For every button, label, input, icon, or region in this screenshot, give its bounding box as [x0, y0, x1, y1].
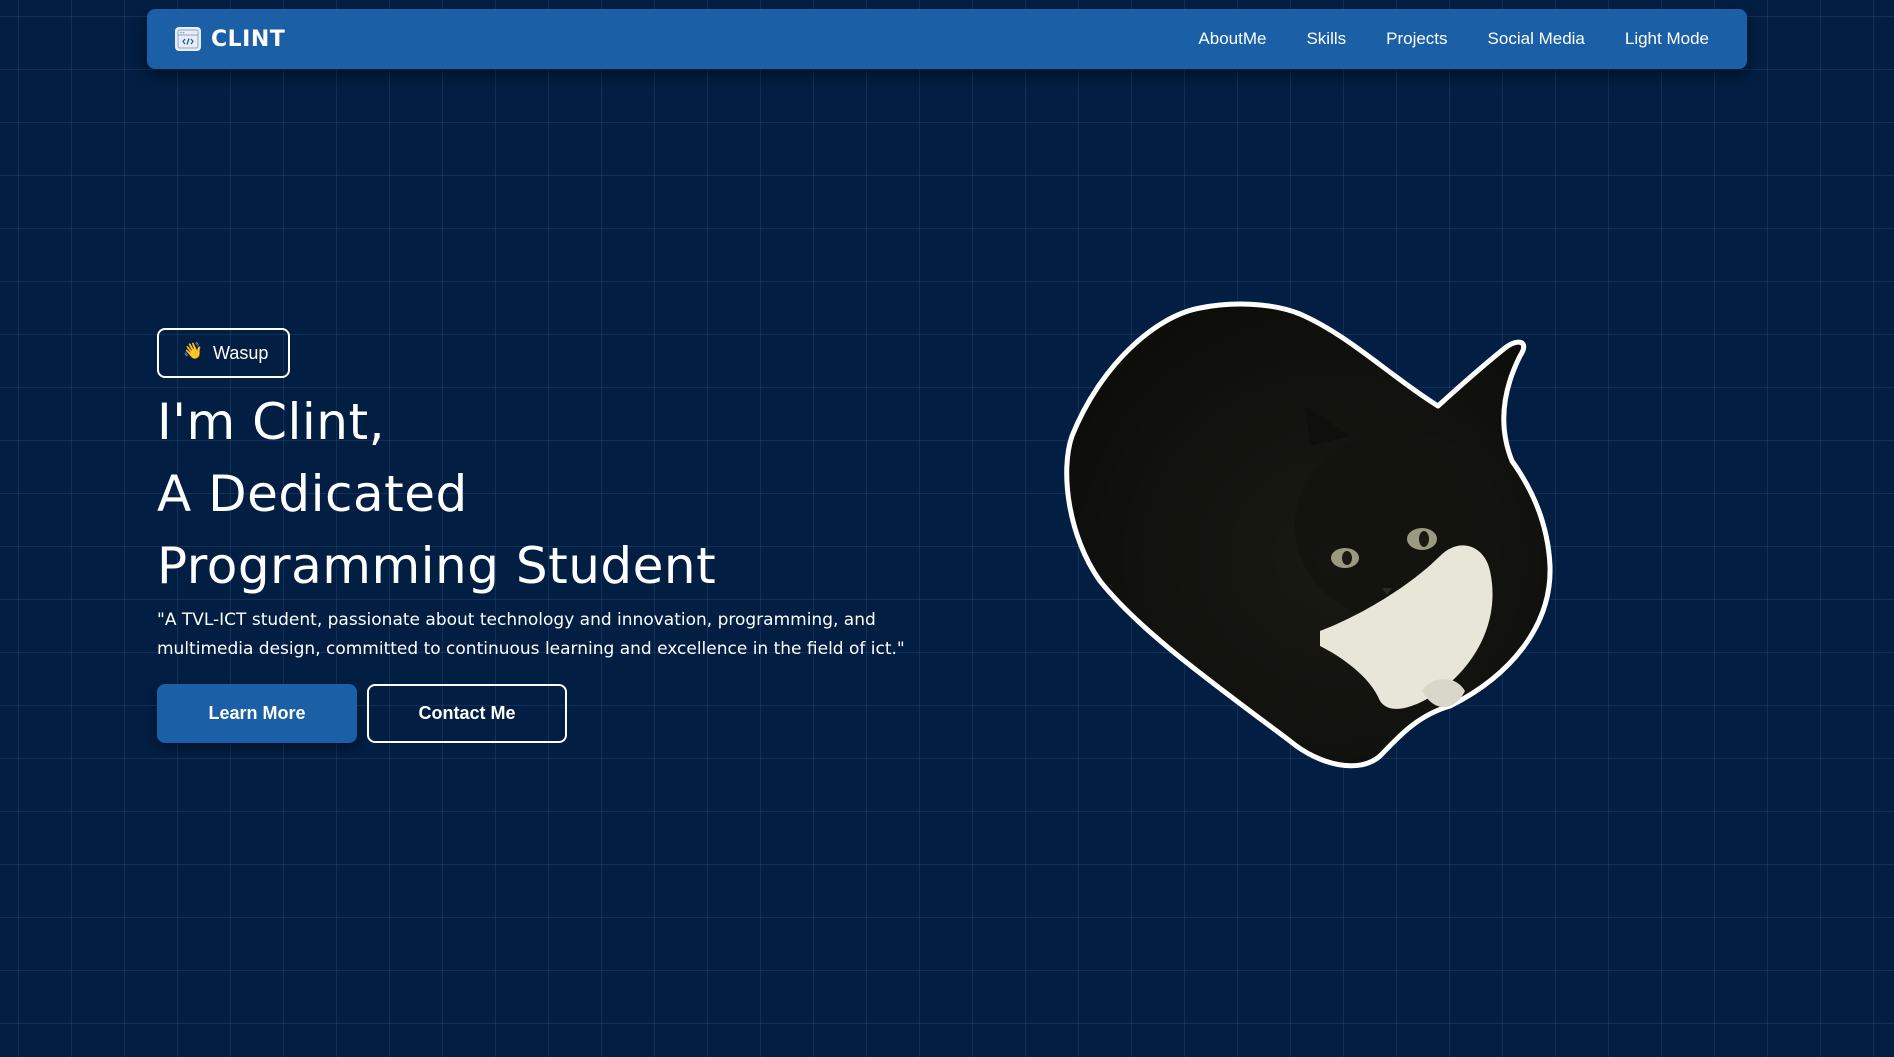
nav-links: AboutMe Skills Projects Social Media Lig… [1198, 29, 1709, 49]
headline-line-3: Programming Student [157, 537, 717, 595]
headline-line-2: A Dedicated [157, 465, 468, 523]
learn-more-button[interactable]: Learn More [157, 684, 357, 743]
brand-name: CLINT [211, 26, 286, 52]
headline-line-1: I'm Clint, [157, 393, 385, 451]
code-window-icon [175, 27, 201, 51]
cat-illustration [1064, 301, 1553, 769]
hero-description: "A TVL-ICT student, passionate about tec… [157, 610, 905, 659]
greeting-label: Wasup [213, 342, 269, 363]
hero-headline: I'm Clint, A Dedicated Programming Stude… [157, 386, 957, 602]
theme-toggle-light-mode[interactable]: Light Mode [1625, 29, 1709, 49]
contact-me-button[interactable]: Contact Me [367, 684, 567, 743]
nav-link-social-media[interactable]: Social Media [1488, 29, 1585, 49]
greeting-badge: 👋 Wasup [157, 328, 291, 378]
nav-link-aboutme[interactable]: AboutMe [1198, 29, 1266, 49]
cat-sticker-image [1060, 296, 1560, 790]
navbar: CLINT AboutMe Skills Projects Social Med… [147, 9, 1747, 69]
nav-link-skills[interactable]: Skills [1306, 29, 1346, 49]
waving-hand-icon: 👋 [183, 343, 203, 360]
hero-intro: 👋 Wasup I'm Clint, A Dedicated Programmi… [157, 328, 957, 743]
brand[interactable]: CLINT [175, 27, 285, 52]
cta-buttons: Learn More Contact Me [157, 684, 957, 743]
nav-link-projects[interactable]: Projects [1386, 29, 1447, 49]
